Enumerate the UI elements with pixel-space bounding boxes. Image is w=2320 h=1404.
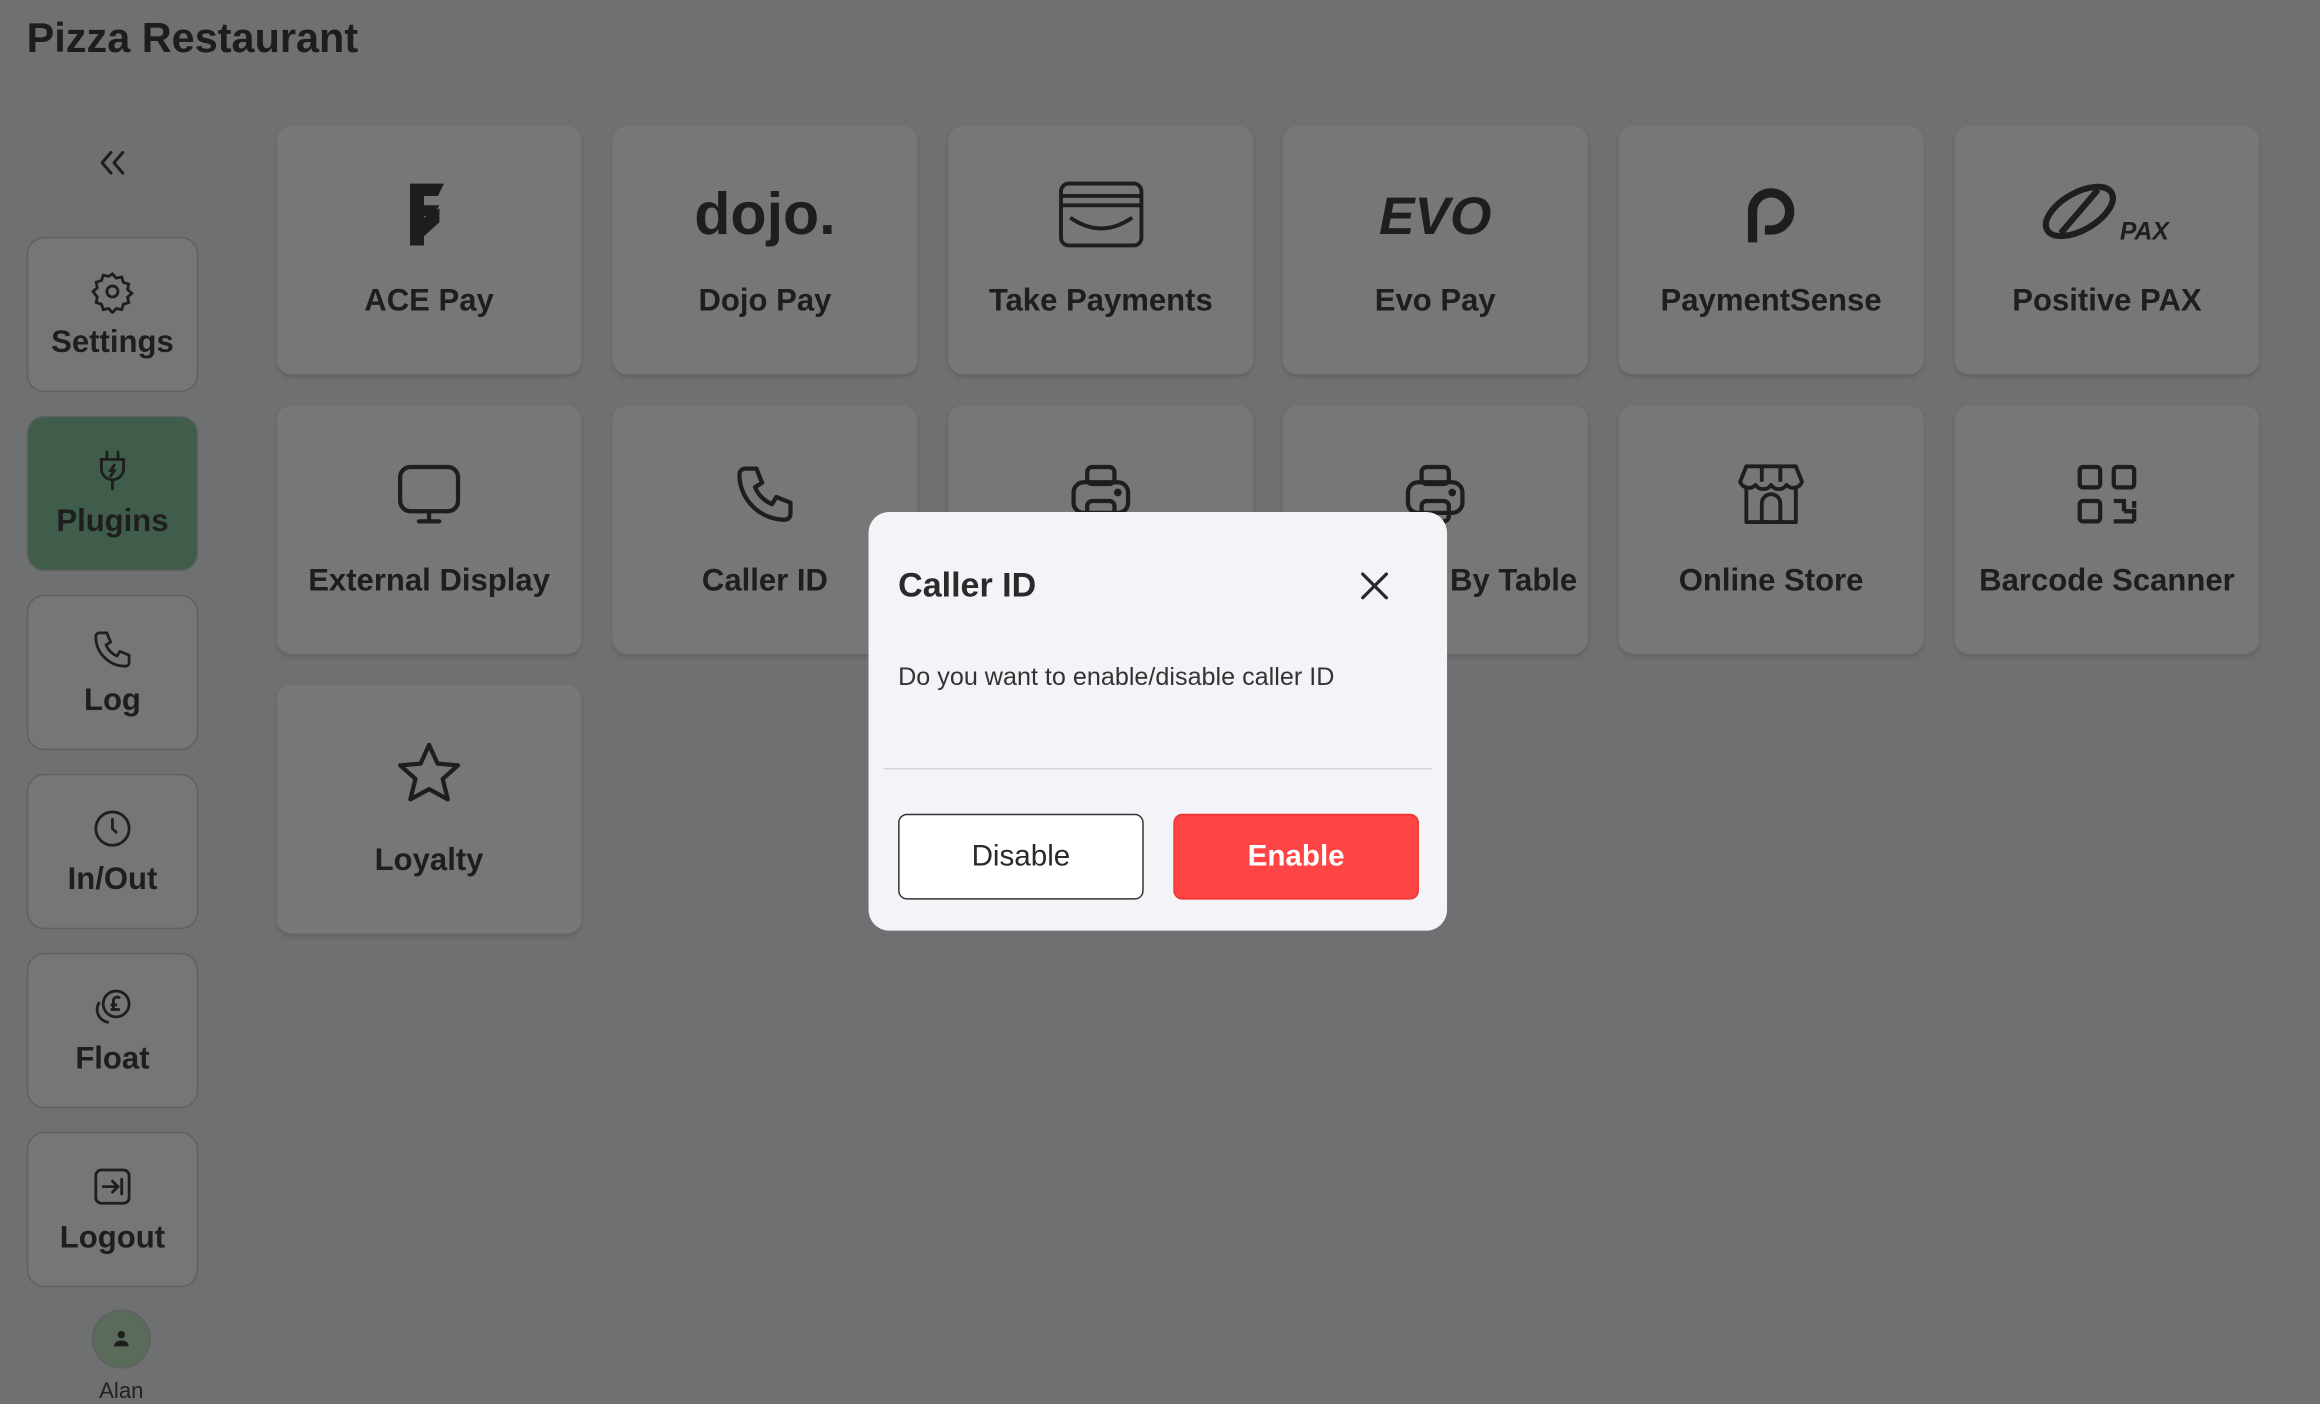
phone-icon bbox=[94, 630, 131, 667]
plugin-label: ACE Pay bbox=[364, 284, 494, 319]
plugin-paymentsense[interactable]: PaymentSense bbox=[1618, 125, 1924, 375]
sidebar-item-settings[interactable]: Settings bbox=[26, 236, 199, 393]
dialog-message: Do you want to enable/disable caller ID bbox=[898, 662, 1335, 691]
sidebar-item-log[interactable]: Log bbox=[26, 594, 199, 751]
sidebar-item-label: Float bbox=[75, 1040, 150, 1075]
sidebar-item-label: Settings bbox=[51, 324, 174, 359]
app-root: Pizza Restaurant Settings Plugins Log In… bbox=[0, 0, 2320, 1404]
double-chevron-left-icon[interactable] bbox=[92, 142, 133, 183]
logout-icon bbox=[94, 1167, 131, 1204]
svg-text:EVO: EVO bbox=[1379, 187, 1491, 246]
sidebar-item-label: Plugins bbox=[56, 503, 169, 538]
divider bbox=[883, 767, 1433, 770]
card-terminal-icon bbox=[1058, 181, 1143, 248]
dialog-title: Caller ID bbox=[898, 565, 1037, 604]
paymentsense-logo bbox=[1747, 188, 1795, 243]
plugin-label: Dojo Pay bbox=[698, 284, 832, 319]
avatar[interactable] bbox=[91, 1309, 151, 1369]
plugin-online-store[interactable]: Online Store bbox=[1618, 405, 1924, 654]
plugin-label: Loyalty bbox=[374, 843, 484, 878]
sidebar-item-logout[interactable]: Logout bbox=[26, 1131, 199, 1288]
plugin-barcode-scanner[interactable]: Barcode Scanner bbox=[1954, 405, 2260, 654]
evo-logo: EVO bbox=[1379, 187, 1491, 246]
plugin-evo-pay[interactable]: EVO Evo Pay bbox=[1282, 125, 1588, 375]
plugin-label: Online Store bbox=[1678, 563, 1864, 598]
plugin-dojo-pay[interactable]: dojo. Dojo Pay bbox=[612, 125, 918, 375]
clock-icon bbox=[94, 809, 131, 846]
user-icon bbox=[113, 1330, 129, 1347]
sidebar-item-plugins[interactable]: Plugins bbox=[26, 415, 199, 572]
phone-icon bbox=[737, 466, 793, 522]
caller-id-dialog: Caller ID Do you want to enable/disable … bbox=[868, 511, 1448, 931]
ace-pay-logo bbox=[410, 183, 445, 246]
close-icon[interactable] bbox=[1357, 568, 1393, 604]
monitor-icon bbox=[398, 464, 461, 524]
store-icon bbox=[1738, 464, 1804, 524]
sidebar-item-label: Logout bbox=[59, 1219, 166, 1254]
plugin-label: Barcode Scanner bbox=[1979, 563, 2235, 598]
disable-button[interactable]: Disable bbox=[898, 813, 1144, 900]
plugin-label: Positive PAX bbox=[2012, 284, 2202, 319]
sidebar-item-label: In/Out bbox=[67, 861, 158, 896]
qr-code-icon bbox=[2077, 464, 2137, 524]
plugin-positive-pax[interactable]: PAX Positive PAX bbox=[1954, 125, 2260, 375]
plugin-loyalty[interactable]: Loyalty bbox=[276, 685, 582, 934]
plugin-label: By Table bbox=[1450, 563, 1578, 598]
plugin-label: Take Payments bbox=[988, 284, 1213, 319]
page-title: Pizza Restaurant bbox=[26, 14, 359, 61]
plugin-external-display[interactable]: External Display bbox=[276, 405, 582, 654]
user-name: Alan bbox=[99, 1378, 144, 1404]
plug-icon bbox=[99, 449, 125, 490]
svg-text:dojo.: dojo. bbox=[694, 181, 835, 247]
sidebar-item-in-out[interactable]: In/Out bbox=[26, 773, 199, 930]
plugin-label: External Display bbox=[308, 563, 550, 598]
pound-coins-icon bbox=[95, 988, 131, 1024]
sidebar-item-float[interactable]: Float bbox=[26, 952, 199, 1109]
plugin-ace-pay[interactable]: ACE Pay bbox=[276, 125, 582, 375]
pax-logo: PAX bbox=[2042, 183, 2171, 245]
enable-button[interactable]: Enable bbox=[1173, 813, 1419, 900]
plugin-label: PaymentSense bbox=[1660, 284, 1882, 319]
star-icon bbox=[398, 742, 461, 802]
plugin-take-payments[interactable]: Take Payments bbox=[948, 125, 1254, 375]
sidebar-item-label: Log bbox=[83, 682, 141, 717]
dojo-logo: dojo. bbox=[694, 181, 835, 247]
svg-text:PAX: PAX bbox=[2120, 218, 2171, 245]
gear-icon bbox=[91, 271, 134, 313]
plugin-label: Evo Pay bbox=[1374, 284, 1496, 319]
